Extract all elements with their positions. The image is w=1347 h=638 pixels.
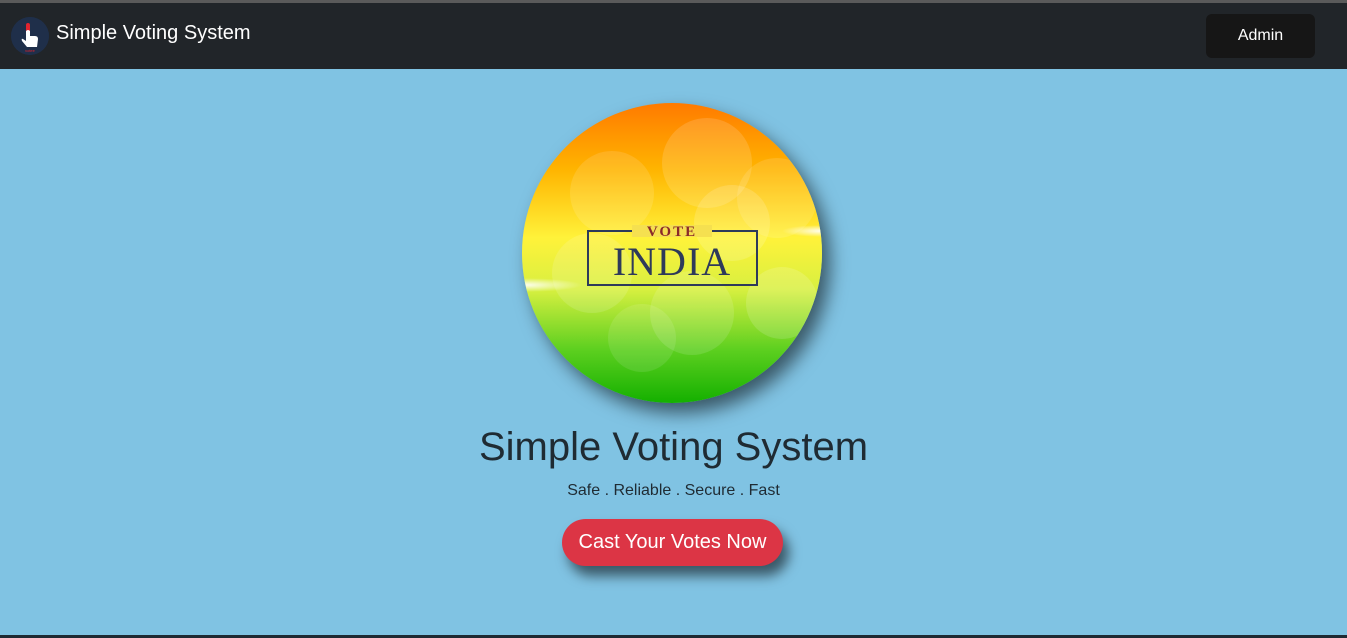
hero-section: VOTE INDIA Simple Voting System Safe . R… — [0, 69, 1347, 635]
logo-text: votee — [25, 48, 36, 53]
vote-india-banner: VOTE INDIA — [522, 103, 822, 403]
navbar: votee Simple Voting System Admin — [0, 3, 1347, 69]
admin-button[interactable]: Admin — [1206, 14, 1315, 58]
hero-tagline: Safe . Reliable . Secure . Fast — [567, 482, 780, 499]
hero-title: Simple Voting System — [478, 425, 869, 469]
brand-link[interactable]: votee Simple Voting System — [11, 16, 251, 56]
banner-small-text: VOTE — [647, 224, 697, 240]
cast-votes-button[interactable]: Cast Your Votes Now — [562, 519, 783, 566]
brand-title: Simple Voting System — [56, 22, 251, 44]
banner-large-text: INDIA — [613, 239, 731, 284]
hand-pointer-vote-icon: votee — [11, 17, 49, 55]
